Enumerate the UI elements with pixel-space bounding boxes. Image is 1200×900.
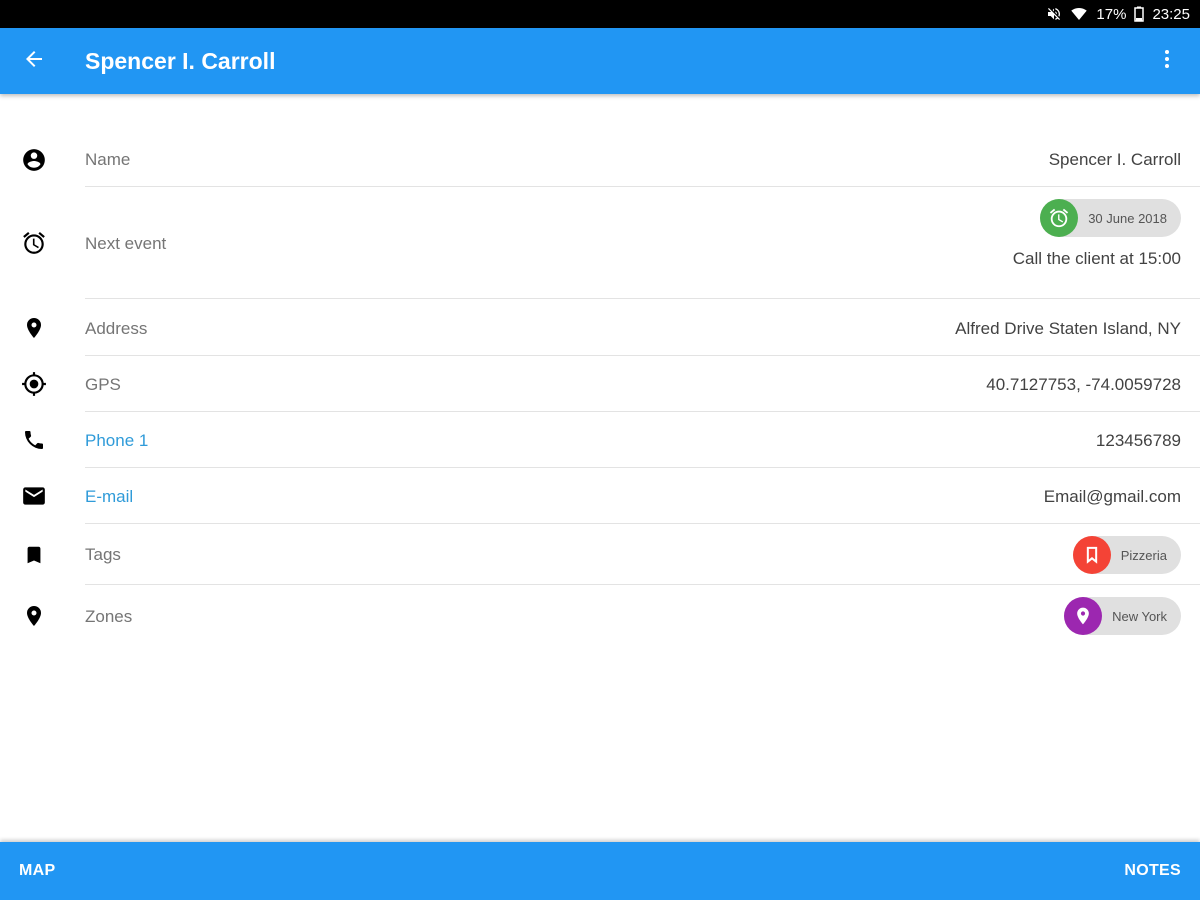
- event-date: 30 June 2018: [1088, 210, 1167, 226]
- event-description: Call the client at 15:00: [1012, 249, 1181, 268]
- bottom-bar: MAP NOTES: [0, 842, 1200, 900]
- alarm-icon: [1040, 199, 1079, 237]
- mute-icon: [1046, 6, 1062, 22]
- zone-chip[interactable]: New York: [1064, 597, 1181, 635]
- notes-button[interactable]: NOTES: [1124, 862, 1181, 880]
- field-label: Tags: [85, 545, 121, 564]
- status-bar: 17% 23:25: [0, 0, 1200, 28]
- location-pin-icon: [20, 314, 48, 342]
- more-vert-icon: [1155, 47, 1179, 76]
- field-label: Name: [85, 150, 131, 169]
- wifi-icon: [1070, 6, 1088, 22]
- field-value: Spencer I. Carroll: [1048, 150, 1181, 169]
- field-label: GPS: [85, 375, 121, 394]
- location-pin-icon: [20, 602, 48, 630]
- field-label: Next event: [85, 234, 167, 253]
- account-circle-icon: [20, 146, 48, 174]
- field-value: Alfred Drive Staten Island, NY: [955, 319, 1181, 338]
- field-row-name: Name Spencer I. Carroll: [0, 132, 1200, 187]
- field-row-email[interactable]: E-mail Email@gmail.com: [0, 468, 1200, 524]
- mail-icon: [20, 482, 48, 510]
- field-row-phone[interactable]: Phone 1 123456789: [0, 412, 1200, 468]
- field-row-gps: GPS 40.7127753, -74.0059728: [0, 356, 1200, 412]
- field-row-tags: Tags Pizzeria: [0, 524, 1200, 585]
- battery-text: 17%: [1096, 5, 1127, 23]
- back-button[interactable]: [0, 28, 68, 94]
- field-value: 123456789: [1095, 431, 1181, 450]
- field-label: Zones: [85, 607, 133, 626]
- field-label: Address: [85, 319, 148, 338]
- phone-icon: [20, 426, 48, 454]
- zone-text: New York: [1112, 608, 1167, 624]
- field-value: 40.7127753, -74.0059728: [986, 375, 1181, 394]
- contact-details: Name Spencer I. Carroll Next event 30 Ju…: [0, 94, 1200, 842]
- page-title: Spencer I. Carroll: [85, 47, 276, 74]
- location-pin-icon: [1064, 597, 1103, 635]
- bookmark-icon: [1072, 536, 1111, 574]
- field-row-zones: Zones New York: [0, 585, 1200, 645]
- clock-time: 23:25: [1152, 5, 1190, 23]
- battery-icon: [1134, 6, 1145, 22]
- bookmark-icon: [20, 541, 48, 569]
- tag-chip[interactable]: Pizzeria: [1072, 536, 1181, 574]
- tag-text: Pizzeria: [1120, 547, 1167, 563]
- phone-link[interactable]: Phone 1: [85, 431, 148, 451]
- field-value: Email@gmail.com: [1043, 487, 1181, 506]
- email-link[interactable]: E-mail: [85, 487, 133, 507]
- field-row-next-event: Next event 30 June 2018 Call the client …: [0, 187, 1200, 299]
- field-row-address: Address Alfred Drive Staten Island, NY: [0, 299, 1200, 356]
- event-date-chip[interactable]: 30 June 2018: [1040, 199, 1181, 237]
- gps-target-icon: [20, 370, 48, 398]
- alarm-icon: [20, 229, 48, 257]
- back-arrow-icon: [22, 47, 46, 76]
- more-options-button[interactable]: [1134, 28, 1200, 94]
- map-button[interactable]: MAP: [19, 862, 55, 880]
- app-bar: Spencer I. Carroll: [0, 28, 1200, 94]
